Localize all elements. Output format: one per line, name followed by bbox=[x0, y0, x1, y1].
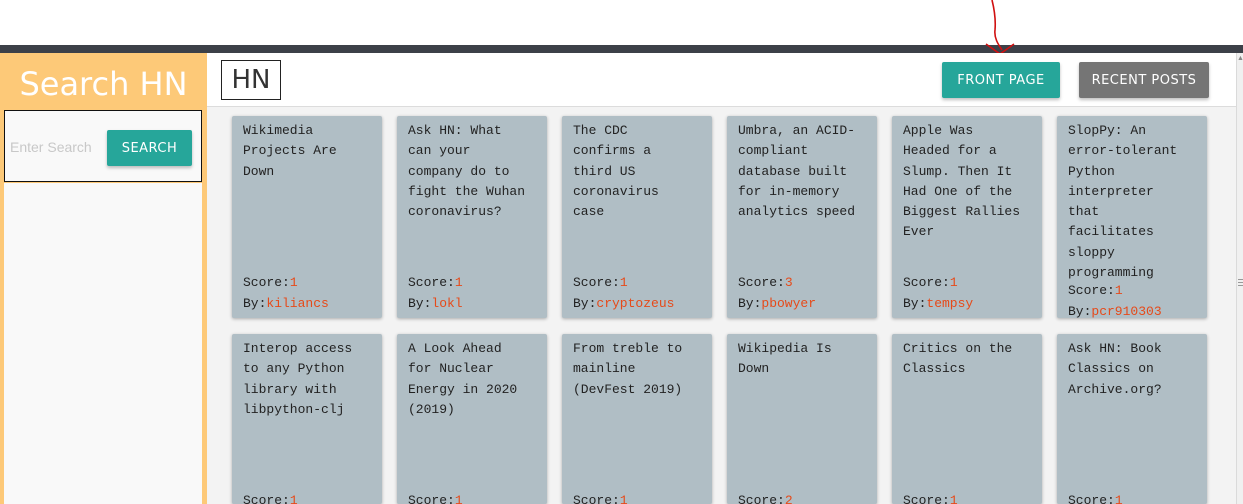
story-card[interactable]: Critics on the Classics Score:1 bbox=[892, 334, 1042, 504]
story-card[interactable]: SlopPy: An error-tolerant Python interpr… bbox=[1057, 116, 1207, 318]
score-label: Score: bbox=[738, 493, 785, 504]
story-title: Interop access to any Python library wit… bbox=[243, 341, 353, 417]
story-title: A Look Ahead for Nuclear Energy in 2020 … bbox=[408, 341, 518, 417]
story-card[interactable]: Ask HN: What can your company do to figh… bbox=[397, 116, 547, 318]
story-score: 1 bbox=[1114, 283, 1123, 298]
story-score: 1 bbox=[289, 275, 298, 290]
search-panel: SEARCH bbox=[4, 110, 202, 182]
by-label: By: bbox=[1068, 303, 1092, 319]
by-label: By: bbox=[573, 295, 597, 311]
story-score: 1 bbox=[289, 493, 298, 504]
by-label: By: bbox=[408, 295, 432, 311]
scrollbar[interactable]: ▲ bbox=[1236, 53, 1243, 504]
score-label: Score: bbox=[738, 275, 785, 290]
by-label: By: bbox=[903, 295, 927, 311]
story-title: Critics on the Classics bbox=[903, 341, 1013, 377]
score-label: Score: bbox=[243, 493, 290, 504]
story-score: 1 bbox=[454, 275, 463, 290]
search-button[interactable]: SEARCH bbox=[107, 130, 192, 166]
story-score: 1 bbox=[619, 493, 628, 504]
story-card[interactable]: The CDC confirms a third US coronavirus … bbox=[562, 116, 712, 318]
story-score: 1 bbox=[619, 275, 628, 290]
story-title: SlopPy: An error-tolerant Python interpr… bbox=[1068, 123, 1178, 281]
by-label: By: bbox=[738, 295, 762, 311]
score-label: Score: bbox=[1068, 283, 1115, 298]
story-meta: Score:1 By:tempsy bbox=[903, 273, 973, 314]
story-author[interactable]: tempsy bbox=[926, 296, 973, 311]
story-title: Wikipedia Is Down bbox=[738, 341, 832, 377]
story-author[interactable]: cryptozeus bbox=[596, 296, 674, 311]
story-score: 2 bbox=[784, 493, 793, 504]
story-meta: Score:1 bbox=[573, 491, 628, 504]
story-author[interactable]: pbowyer bbox=[761, 296, 816, 311]
score-label: Score: bbox=[408, 493, 455, 504]
story-title: The CDC confirms a third US coronavirus … bbox=[573, 123, 659, 220]
story-card[interactable]: Wikimedia Projects Are Down Score:1 By:k… bbox=[232, 116, 382, 318]
story-meta: Score:1 bbox=[1068, 491, 1123, 504]
front-page-button[interactable]: FRONT PAGE bbox=[942, 62, 1060, 98]
story-card[interactable]: A Look Ahead for Nuclear Energy in 2020 … bbox=[397, 334, 547, 504]
browser-bookmarks-bar bbox=[4, 32, 304, 46]
story-meta: Score:1 bbox=[243, 491, 298, 504]
story-meta: Score:2 bbox=[738, 491, 793, 504]
story-meta: Score:1 By:lokl bbox=[408, 273, 463, 314]
story-title: Ask HN: Book Classics on Archive.org? bbox=[1068, 341, 1162, 397]
score-label: Score: bbox=[1068, 493, 1115, 504]
story-title: Umbra, an ACID- compliant database built… bbox=[738, 123, 856, 220]
story-meta: Score:3 By:pbowyer bbox=[738, 273, 816, 314]
story-meta: Score:1 By:pcr910303 bbox=[1068, 281, 1162, 318]
score-label: Score: bbox=[573, 493, 620, 504]
hn-logo[interactable]: HN bbox=[221, 60, 281, 100]
browser-frame-bar bbox=[0, 45, 1243, 53]
scroll-up-arrow-icon[interactable]: ▲ bbox=[1237, 55, 1243, 62]
story-title: Apple Was Headed for a Slump. Then It Ha… bbox=[903, 123, 1021, 240]
story-card[interactable]: Wikipedia Is Down Score:2 bbox=[727, 334, 877, 504]
story-card[interactable]: Ask HN: Book Classics on Archive.org? Sc… bbox=[1057, 334, 1207, 504]
recent-posts-button[interactable]: RECENT POSTS bbox=[1079, 62, 1209, 98]
story-meta: Score:1 bbox=[408, 491, 463, 504]
story-author[interactable]: kiliancs bbox=[266, 296, 328, 311]
score-label: Score: bbox=[903, 493, 950, 504]
story-meta: Score:1 bbox=[903, 491, 958, 504]
page: Search HN SEARCH HN FRONT PAGE RECENT PO… bbox=[0, 0, 1243, 504]
search-input[interactable] bbox=[8, 133, 110, 161]
story-score: 1 bbox=[949, 493, 958, 504]
story-score: 1 bbox=[949, 275, 958, 290]
story-meta: Score:1 By:cryptozeus bbox=[573, 273, 674, 314]
story-card[interactable]: Umbra, an ACID- compliant database built… bbox=[727, 116, 877, 318]
scroll-grip-icon[interactable] bbox=[1238, 279, 1243, 289]
by-label: By: bbox=[243, 295, 267, 311]
sidebar-title: Search HN bbox=[19, 65, 188, 103]
sidebar-panel bbox=[4, 183, 202, 504]
score-label: Score: bbox=[573, 275, 620, 290]
story-card[interactable]: From treble to mainline (DevFest 2019) S… bbox=[562, 334, 712, 504]
score-label: Score: bbox=[243, 275, 290, 290]
score-label: Score: bbox=[408, 275, 455, 290]
story-card[interactable]: Interop access to any Python library wit… bbox=[232, 334, 382, 504]
story-score: 1 bbox=[454, 493, 463, 504]
story-score: 3 bbox=[784, 275, 793, 290]
score-label: Score: bbox=[903, 275, 950, 290]
story-author[interactable]: lokl bbox=[431, 296, 462, 311]
story-title: Wikimedia Projects Are Down bbox=[243, 123, 337, 179]
story-card[interactable]: Apple Was Headed for a Slump. Then It Ha… bbox=[892, 116, 1042, 318]
story-title: From treble to mainline (DevFest 2019) bbox=[573, 341, 683, 397]
story-author[interactable]: pcr910303 bbox=[1091, 304, 1161, 319]
story-meta: Score:1 By:kiliancs bbox=[243, 273, 329, 314]
story-title: Ask HN: What can your company do to figh… bbox=[408, 123, 526, 220]
story-score: 1 bbox=[1114, 493, 1123, 504]
